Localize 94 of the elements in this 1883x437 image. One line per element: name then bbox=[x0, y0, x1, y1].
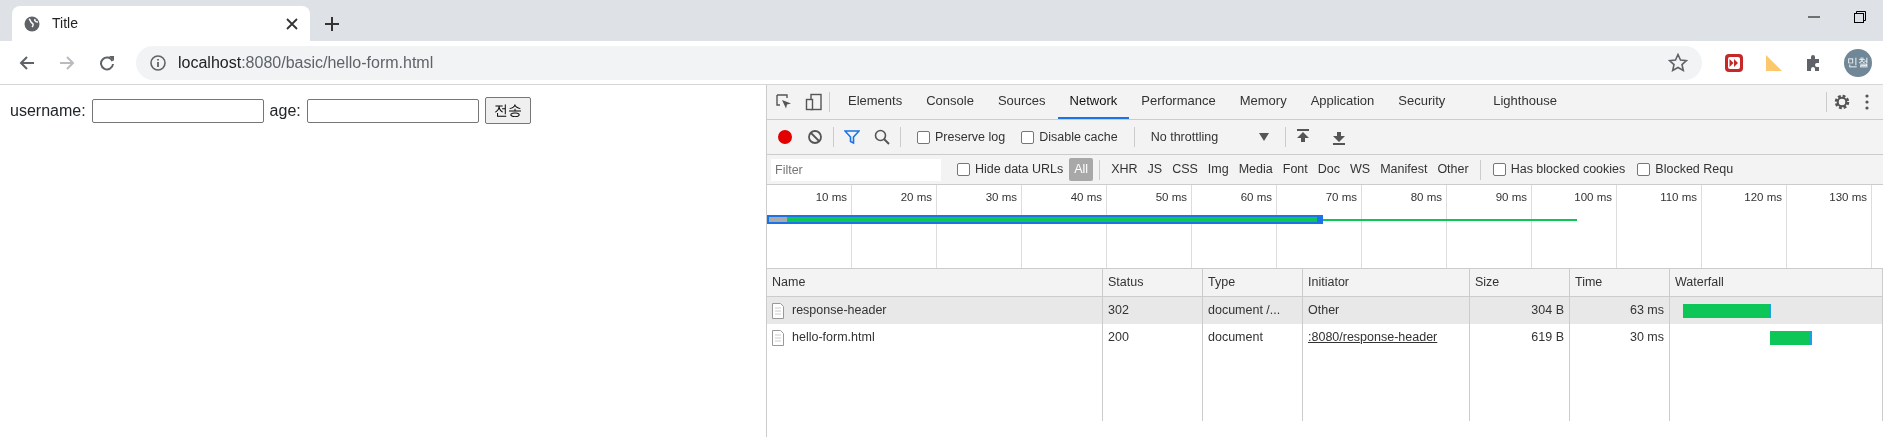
devtools-tab[interactable]: Elements bbox=[836, 85, 915, 119]
star-icon[interactable] bbox=[1668, 52, 1688, 73]
table-cell: 304 B bbox=[1470, 297, 1570, 324]
fast-forward-icon[interactable] bbox=[1724, 52, 1744, 73]
info-icon[interactable] bbox=[150, 54, 166, 71]
tick-label: 80 ms bbox=[1410, 191, 1442, 203]
devtools-tab[interactable]: Memory bbox=[1227, 85, 1299, 119]
avatar[interactable]: 민철 bbox=[1844, 48, 1872, 77]
tick-label: 40 ms bbox=[1070, 191, 1102, 203]
more-icon[interactable] bbox=[1865, 94, 1869, 110]
document-icon bbox=[772, 302, 784, 319]
checkbox[interactable] bbox=[957, 163, 970, 176]
clear-icon[interactable] bbox=[807, 129, 823, 145]
column-header[interactable]: Waterfall bbox=[1670, 269, 1883, 297]
tick-label: 120 ms bbox=[1744, 191, 1782, 203]
column-header[interactable]: Name bbox=[767, 269, 1103, 297]
table-cell-text: Other bbox=[1308, 302, 1340, 320]
checkbox-label: Blocked Requ bbox=[1655, 161, 1734, 179]
tick-label: 100 ms bbox=[1574, 191, 1612, 203]
download-icon[interactable] bbox=[1331, 129, 1346, 145]
tab-title: Title bbox=[52, 14, 79, 33]
globe-icon bbox=[24, 15, 40, 32]
initiator-link[interactable]: :8080/response-header bbox=[1308, 328, 1438, 347]
filter-type[interactable]: XHR bbox=[1106, 158, 1143, 181]
tick-label: 130 ms bbox=[1829, 191, 1867, 203]
table-cell: 200 bbox=[1103, 324, 1203, 351]
devtools-tab[interactable]: Network bbox=[1057, 85, 1130, 119]
checkbox-label: Preserve log bbox=[935, 128, 1006, 146]
device-icon[interactable] bbox=[805, 93, 823, 111]
filter-type[interactable]: Img bbox=[1202, 158, 1234, 181]
back-icon[interactable] bbox=[19, 54, 35, 71]
checkbox[interactable] bbox=[1637, 163, 1651, 176]
filter-type[interactable]: JS bbox=[1142, 158, 1168, 181]
record-icon[interactable] bbox=[777, 129, 793, 145]
filter-type[interactable]: Media bbox=[1233, 158, 1278, 181]
input-field[interactable] bbox=[306, 98, 479, 123]
column-header[interactable]: Type bbox=[1203, 269, 1303, 297]
submit-button[interactable]: 전송 bbox=[484, 97, 531, 124]
table-cell: 30 ms bbox=[1570, 324, 1670, 351]
checkbox-label: Disable cache bbox=[1039, 128, 1118, 146]
filter-icon[interactable] bbox=[844, 129, 860, 145]
column-header[interactable]: Status bbox=[1103, 269, 1203, 297]
checkbox-label: Has blocked cookies bbox=[1510, 161, 1626, 179]
field-label: age: bbox=[269, 100, 301, 121]
plus-icon[interactable] bbox=[324, 16, 340, 32]
tick-label: 60 ms bbox=[1240, 191, 1272, 203]
filter-type[interactable]: CSS bbox=[1167, 158, 1203, 181]
table-cell: document /... bbox=[1203, 297, 1303, 324]
filter-type[interactable]: Doc bbox=[1312, 158, 1345, 181]
checkbox[interactable] bbox=[1021, 130, 1035, 144]
devtools-tab[interactable]: Application bbox=[1298, 85, 1387, 119]
tick-label: 50 ms bbox=[1155, 191, 1187, 203]
filter-type[interactable]: Other bbox=[1432, 158, 1474, 181]
tick-label: 90 ms bbox=[1495, 191, 1527, 203]
input-field[interactable] bbox=[91, 98, 264, 123]
request-name[interactable]: hello-form.html bbox=[792, 328, 875, 347]
checkbox-label: Hide data URLs bbox=[975, 161, 1064, 179]
search-icon[interactable] bbox=[874, 129, 890, 145]
column-header[interactable]: Time bbox=[1570, 269, 1670, 297]
table-cell: 619 B bbox=[1470, 324, 1570, 351]
address-bar[interactable]: localhost:8080/basic/hello-form.html bbox=[136, 45, 1702, 80]
checkbox[interactable] bbox=[1492, 163, 1506, 176]
tick-label: 10 ms bbox=[815, 191, 847, 203]
url-text: localhost:8080/basic/hello-form.html bbox=[178, 52, 435, 73]
throttling-dropdown[interactable]: No throttling bbox=[1144, 127, 1275, 147]
table-cell: 302 bbox=[1103, 297, 1203, 324]
column-header[interactable]: Size bbox=[1470, 269, 1570, 297]
settings-icon[interactable] bbox=[1833, 93, 1851, 111]
devtools-tab[interactable]: Performance bbox=[1129, 85, 1228, 119]
table-cell: document bbox=[1203, 324, 1303, 351]
filter-type[interactable]: WS bbox=[1345, 158, 1376, 181]
waterfall-bar bbox=[1770, 330, 1812, 345]
table-cell: 63 ms bbox=[1570, 297, 1670, 324]
filter-type[interactable]: Manifest bbox=[1375, 158, 1433, 181]
devtools-tab[interactable]: Lighthouse bbox=[1481, 85, 1569, 119]
reload-icon[interactable] bbox=[99, 54, 115, 71]
caret-icon bbox=[1258, 133, 1269, 141]
tick-label: 30 ms bbox=[985, 191, 1017, 203]
field-label: username: bbox=[10, 100, 86, 121]
tick-label: 20 ms bbox=[900, 191, 932, 203]
filter-field[interactable]: Filter bbox=[771, 158, 941, 181]
request-name[interactable]: response-header bbox=[792, 301, 887, 320]
tick-label: 70 ms bbox=[1325, 191, 1357, 203]
close-icon[interactable] bbox=[286, 17, 298, 30]
devtools-tab[interactable]: Sources bbox=[985, 85, 1058, 119]
devtools-tab[interactable]: Security bbox=[1386, 85, 1458, 119]
devtools-tab[interactable]: Console bbox=[914, 85, 986, 119]
upload-icon[interactable] bbox=[1295, 129, 1310, 145]
tick-label: 110 ms bbox=[1660, 191, 1697, 203]
column-header[interactable]: Initiator bbox=[1303, 269, 1470, 297]
browser-tab[interactable]: Title bbox=[12, 6, 310, 41]
checkbox[interactable] bbox=[917, 130, 930, 144]
document-icon bbox=[772, 329, 784, 346]
filter-type[interactable]: Font bbox=[1277, 158, 1313, 181]
